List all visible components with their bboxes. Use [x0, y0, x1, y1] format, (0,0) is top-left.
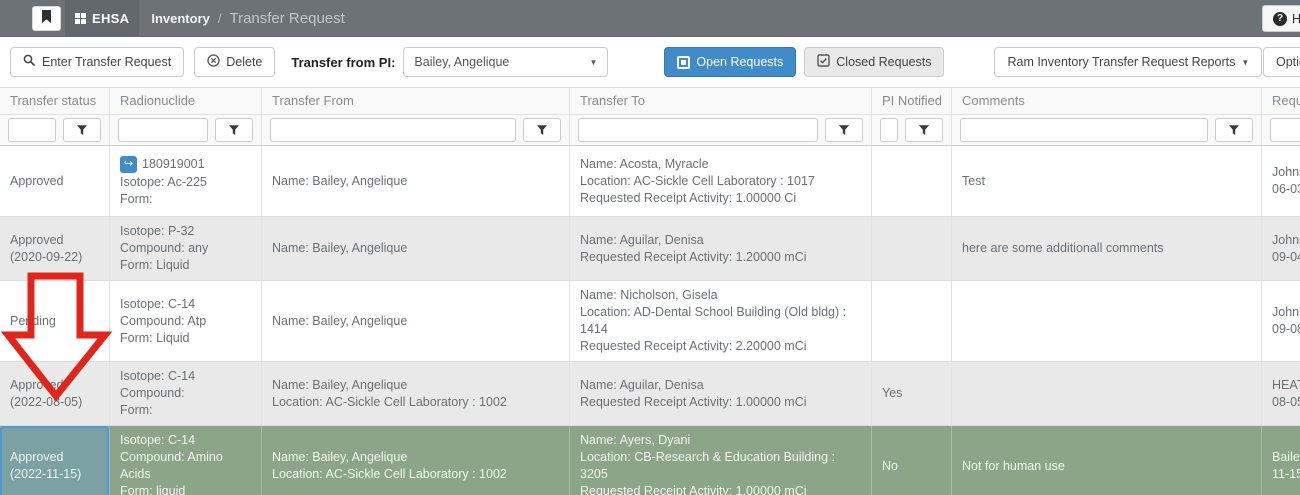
column-header-radionuclide[interactable]: Radionuclide: [110, 88, 262, 114]
selected-pi-value: Bailey, Angelique: [414, 55, 509, 69]
transfer-request-grid: Transfer status Radionuclide Transfer Fr…: [0, 87, 1300, 495]
column-header-requested[interactable]: Requested: [1262, 88, 1300, 114]
transfer-from-pi-select[interactable]: Bailey, Angelique ▼: [403, 47, 608, 77]
breadcrumb-separator: /: [218, 11, 222, 26]
pi-notified-cell: Yes: [872, 362, 952, 425]
open-requests-button[interactable]: Open Requests: [664, 47, 796, 77]
open-requests-icon: [677, 56, 690, 69]
chevron-down-icon: ▼: [1241, 58, 1249, 67]
app-header: EHSA Inventory / Transfer Request ? Help: [0, 0, 1300, 37]
comments-cell: here are some additionall comments: [952, 217, 1262, 280]
radionuclide-cell: Isotope: P-32Compound: anyForm: Liquid: [110, 217, 262, 280]
requested-cell: Johnso09-04-2: [1262, 217, 1300, 280]
grid-header-row: Transfer status Radionuclide Transfer Fr…: [0, 88, 1300, 115]
comments-cell: [952, 362, 1262, 425]
breadcrumb-section[interactable]: Inventory: [151, 11, 210, 26]
transfer-from-pi-label: Transfer from PI:: [291, 55, 395, 70]
item-number: 180919001: [142, 156, 205, 173]
filter-input-transfer-to[interactable]: [578, 118, 818, 142]
table-row[interactable]: Approved(2022-08-05)Isotope: C-14Compoun…: [0, 362, 1300, 426]
transfer-to-cell: Name: Aguilar, DenisaRequested Receipt A…: [570, 362, 872, 425]
transfer-from-cell: Name: Bailey, AngeliqueLocation: AC-Sick…: [262, 426, 570, 495]
bookmark-icon: [41, 10, 52, 27]
filter-button-transfer-to[interactable]: [825, 118, 863, 142]
filter-button-transfer-from[interactable]: [523, 118, 561, 142]
question-icon: ?: [1273, 12, 1287, 26]
enter-transfer-request-button[interactable]: Enter Transfer Request: [10, 47, 184, 77]
comments-cell: [952, 281, 1262, 361]
delete-button[interactable]: Delete: [194, 47, 275, 77]
transfer-from-cell: Name: Bailey, Angelique: [262, 217, 570, 280]
filter-input-radionuclide[interactable]: [118, 118, 208, 142]
requested-cell: Johnso09-08-2: [1262, 281, 1300, 361]
pi-notified-cell: [872, 146, 952, 216]
breadcrumb: Inventory / Transfer Request: [151, 10, 344, 27]
status-cell: Approved(2020-09-22): [0, 217, 110, 280]
app-brand[interactable]: EHSA: [65, 0, 139, 37]
transfer-from-cell: Name: Bailey, Angelique: [262, 281, 570, 361]
status-cell: Pending: [0, 281, 110, 361]
reports-dropdown-button[interactable]: Ram Inventory Transfer Request Reports ▼: [994, 47, 1262, 77]
apps-grid-icon: [75, 13, 86, 24]
filter-button-transfer-status[interactable]: [63, 118, 101, 142]
transfer-to-cell: Name: Nicholson, GiselaLocation: AD-Dent…: [570, 281, 872, 361]
comments-cell: Not for human use: [952, 426, 1262, 495]
table-row[interactable]: PendingIsotope: C-14Compound: AtpForm: L…: [0, 281, 1300, 362]
transfer-to-cell: Name: Acosta, MyracleLocation: AC-Sickle…: [570, 146, 872, 216]
search-icon: [23, 54, 36, 70]
closed-requests-button[interactable]: Closed Requests: [804, 47, 944, 77]
filter-button-radionuclide[interactable]: [215, 118, 253, 142]
help-button[interactable]: ? Help: [1262, 5, 1300, 32]
help-label: Help: [1292, 12, 1300, 26]
pi-notified-cell: No: [872, 426, 952, 495]
status-cell: Approved: [0, 146, 110, 216]
transfer-arrow-icon: ↪: [120, 156, 137, 173]
options-button[interactable]: Options: [1263, 47, 1300, 77]
grid-filter-row: [0, 115, 1300, 146]
transfer-from-cell: Name: Bailey, Angelique: [262, 146, 570, 216]
transfer-to-cell: Name: Ayers, DyaniLocation: CB-Research …: [570, 426, 872, 495]
filter-button-pi-notified[interactable]: [905, 118, 943, 142]
radionuclide-cell: Isotope: C-14Compound: AtpForm: Liquid: [110, 281, 262, 361]
table-row[interactable]: Approved(2022-11-15)Isotope: C-14Compoun…: [0, 426, 1300, 495]
radionuclide-cell: Isotope: C-14Compound:Form:: [110, 362, 262, 425]
status-cell: Approved(2022-11-15): [0, 426, 110, 495]
page-title: Transfer Request: [229, 10, 344, 27]
toolbar: Enter Transfer Request Delete Transfer f…: [0, 37, 1300, 87]
check-square-icon: [817, 54, 830, 70]
brand-label: EHSA: [92, 11, 129, 26]
pi-notified-cell: [872, 217, 952, 280]
table-row[interactable]: Approved(2020-09-22)Isotope: P-32Compoun…: [0, 217, 1300, 281]
grid-body: Approved↪180919001Isotope: Ac-225Form:Na…: [0, 146, 1300, 495]
radionuclide-cell: ↪180919001Isotope: Ac-225Form:: [110, 146, 262, 216]
filter-input-transfer-from[interactable]: [270, 118, 516, 142]
column-header-transfer-status[interactable]: Transfer status: [0, 88, 110, 114]
filter-input-comments[interactable]: [960, 118, 1208, 142]
requested-cell: Johnso06-03-2: [1262, 146, 1300, 216]
column-header-transfer-to[interactable]: Transfer To: [570, 88, 872, 114]
requested-cell: HEATH08-05-2: [1262, 362, 1300, 425]
radionuclide-cell: Isotope: C-14Compound: Amino AcidsForm: …: [110, 426, 262, 495]
comments-cell: Test: [952, 146, 1262, 216]
transfer-to-cell: Name: Aguilar, DenisaRequested Receipt A…: [570, 217, 872, 280]
filter-button-comments[interactable]: [1215, 118, 1253, 142]
column-header-comments[interactable]: Comments: [952, 88, 1262, 114]
filter-input-transfer-status[interactable]: [8, 118, 56, 142]
column-header-transfer-from[interactable]: Transfer From: [262, 88, 570, 114]
bookmark-button[interactable]: [32, 6, 61, 31]
transfer-from-cell: Name: Bailey, AngeliqueLocation: AC-Sick…: [262, 362, 570, 425]
chevron-down-icon: ▼: [589, 58, 597, 67]
pi-notified-cell: [872, 281, 952, 361]
filter-input-requested[interactable]: [1270, 118, 1300, 142]
delete-circle-icon: [207, 54, 220, 70]
column-header-pi-notified[interactable]: PI Notified: [872, 88, 952, 114]
requested-cell: Bailey,11-15-2: [1262, 426, 1300, 495]
status-cell: Approved(2022-08-05): [0, 362, 110, 425]
table-row[interactable]: Approved↪180919001Isotope: Ac-225Form:Na…: [0, 146, 1300, 217]
filter-input-pi-notified[interactable]: [880, 118, 898, 142]
